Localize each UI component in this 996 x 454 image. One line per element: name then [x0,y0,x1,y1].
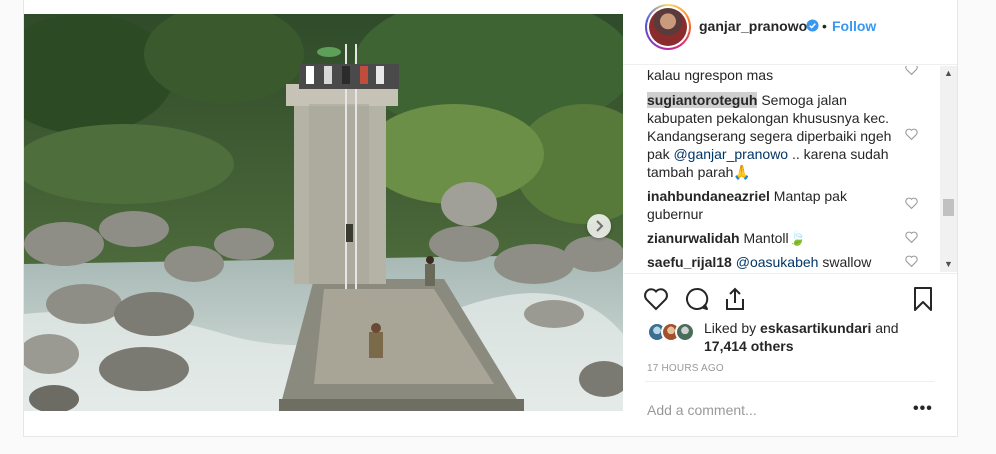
comment-text: kalau ngrespon mas [647,67,774,83]
comment-like-icon[interactable] [905,255,918,267]
username-link[interactable]: ganjar_pranowo [699,18,807,34]
comment-username[interactable]: inahbundaneazriel [647,188,770,204]
share-icon[interactable] [722,286,748,312]
like-heart-icon[interactable] [643,286,669,312]
next-image-button[interactable] [587,214,611,238]
comment-item: zianurwalidah Mantoll🍃 [647,229,897,247]
comment-like-icon[interactable] [905,66,918,75]
comment-list[interactable]: kalau ngrespon mas sugiantoroteguh Semog… [623,66,957,272]
divider [645,381,935,382]
comment-like-icon[interactable] [905,231,918,243]
comment-username[interactable]: zianurwalidah [647,230,740,246]
follow-button[interactable]: Follow [832,18,876,34]
comment-mention[interactable]: @oasukabeh [736,254,819,270]
scroll-down-arrow-icon[interactable]: ▼ [944,259,953,269]
chevron-right-icon [596,220,604,232]
add-comment-input[interactable]: Add a comment... [647,402,757,418]
post-header: ganjar_pranowo • Follow [623,0,957,65]
comment-text: swallow [818,254,872,270]
bookmark-icon[interactable] [910,286,936,312]
comment-like-icon[interactable] [905,197,918,209]
post-actions: Liked by eskasartikundari and 17,414 oth… [623,273,957,374]
post-sidebar: ganjar_pranowo • Follow kalau ngrespon m… [623,0,957,436]
liked-by-text: Liked by eskasartikundari and 17,414 oth… [704,320,899,354]
comment-like-icon[interactable] [905,128,918,140]
post-timestamp[interactable]: 17 HOURS AGO [647,363,724,374]
comments-scrollbar[interactable]: ▲ ▼ [940,66,957,272]
likes-count[interactable]: 17,414 others [704,338,794,354]
comment-item: saefu_rijal18 @oasukabeh swallow [647,253,897,271]
comment-item: kalau ngrespon mas [647,66,897,84]
scroll-thumb[interactable] [943,199,954,216]
comment-username[interactable]: saefu_rijal18 [647,254,732,270]
comment-item: sugiantoroteguh Semoga jalan kabupaten p… [647,91,897,181]
separator-dot: • [822,18,827,34]
bridge-photo [24,14,623,411]
comment-bubble-icon[interactable] [684,286,710,312]
avatar[interactable] [645,4,691,50]
comment-mention[interactable]: @ganjar_pranowo [673,146,788,162]
liked-by-user[interactable]: eskasartikundari [760,320,871,336]
liked-by-avatars[interactable] [647,322,701,342]
more-options-icon[interactable]: ••• [913,400,933,418]
comment-item: inahbundaneazriel Mantap pak gubernur [647,187,897,223]
verified-badge-icon [806,19,819,32]
post-card: ganjar_pranowo • Follow kalau ngrespon m… [23,0,958,437]
post-image[interactable] [24,14,623,411]
scroll-up-arrow-icon[interactable]: ▲ [944,68,953,78]
comment-text: Mantoll🍃 [739,230,807,246]
comment-username[interactable]: sugiantoroteguh [647,92,758,108]
